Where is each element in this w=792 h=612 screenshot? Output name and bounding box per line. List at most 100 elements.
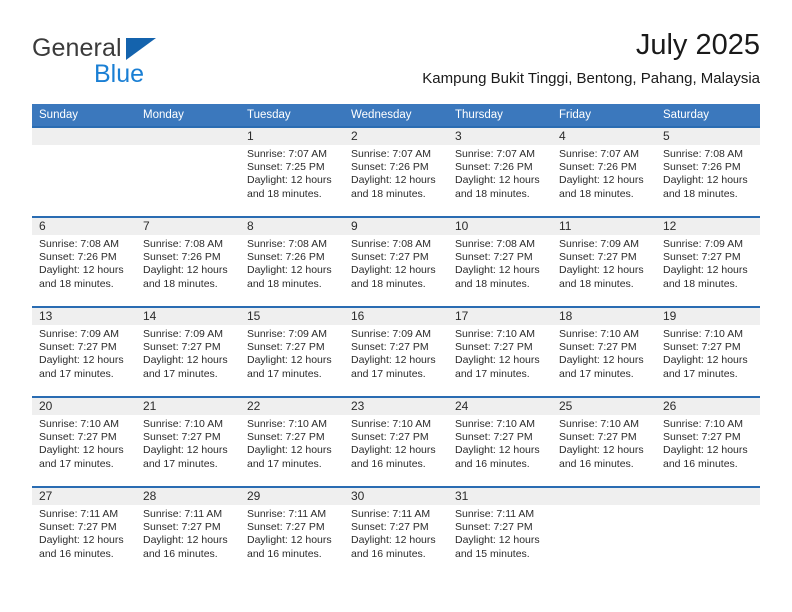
calendar-page: General Blue July 2025 Kampung Bukit Tin…	[0, 0, 792, 612]
sunrise-text: Sunrise: 7:10 AM	[143, 418, 223, 430]
daylight-text-line2: and 16 minutes.	[247, 547, 322, 560]
day-sun-info: Sunrise: 7:10 AM Sunset: 7:27 PM Daylight:…	[32, 415, 136, 471]
calendar-day-cell[interactable]: 4 Sunrise: 7:07 AM Sunset: 7:26 PM Daylight…	[552, 126, 656, 217]
daylight-text-line2: and 18 minutes.	[247, 187, 322, 200]
calendar-day-cell[interactable]: 17 Sunrise: 7:10 AM Sunset: 7:27 PM Dayligh…	[448, 306, 552, 397]
calendar-day-cell[interactable]: 27 Sunrise: 7:11 AM Sunset: 7:27 PM Dayligh…	[32, 486, 136, 577]
weekday-header-thursday: Thursday	[448, 104, 552, 127]
daylight-text-line1: Daylight: 12 hours	[143, 444, 228, 457]
calendar-day-cell[interactable]: 22 Sunrise: 7:10 AM Sunset: 7:27 PM Dayligh…	[240, 396, 344, 487]
calendar-day-cell[interactable]: 29 Sunrise: 7:11 AM Sunset: 7:27 PM Dayligh…	[240, 486, 344, 577]
day-cell-content: 29 Sunrise: 7:11 AM Sunset: 7:27 PM Dayligh…	[240, 488, 344, 576]
sunset-text: Sunset: 7:27 PM	[663, 251, 741, 264]
daylight-text-line1: Daylight: 12 hours	[143, 354, 228, 367]
calendar-day-cell[interactable]: 2 Sunrise: 7:07 AM Sunset: 7:26 PM Daylight…	[344, 126, 448, 217]
sunset-text: Sunset: 7:27 PM	[143, 341, 221, 354]
calendar-day-cell[interactable]: 11 Sunrise: 7:09 AM Sunset: 7:27 PM Dayligh…	[552, 216, 656, 307]
calendar-day-cell[interactable]: 14 Sunrise: 7:09 AM Sunset: 7:27 PM Dayligh…	[136, 306, 240, 397]
calendar-day-cell[interactable]: 28 Sunrise: 7:11 AM Sunset: 7:27 PM Dayligh…	[136, 486, 240, 577]
sunset-text: Sunset: 7:26 PM	[143, 251, 221, 264]
calendar-day-cell[interactable]: 1 Sunrise: 7:07 AM Sunset: 7:25 PM Daylight…	[240, 126, 344, 217]
calendar-day-cell[interactable]: 31 Sunrise: 7:11 AM Sunset: 7:27 PM Dayligh…	[448, 486, 552, 577]
day-cell-content: 18 Sunrise: 7:10 AM Sunset: 7:27 PM Dayligh…	[552, 308, 656, 396]
day-sun-info: Sunrise: 7:11 AM Sunset: 7:27 PM Daylight:…	[240, 505, 344, 561]
sunrise-text: Sunrise: 7:09 AM	[559, 238, 639, 250]
sunrise-text: Sunrise: 7:09 AM	[247, 328, 327, 340]
calendar-week-row: 27 Sunrise: 7:11 AM Sunset: 7:27 PM Dayligh…	[32, 486, 760, 577]
calendar-week-row: 1 Sunrise: 7:07 AM Sunset: 7:25 PM Daylight…	[32, 126, 760, 217]
calendar-day-cell[interactable]: 20 Sunrise: 7:10 AM Sunset: 7:27 PM Dayligh…	[32, 396, 136, 487]
sunset-text: Sunset: 7:27 PM	[351, 251, 429, 264]
sunrise-text: Sunrise: 7:09 AM	[39, 328, 119, 340]
daylight-text-line2: and 18 minutes.	[663, 277, 738, 290]
day-cell-content: 23 Sunrise: 7:10 AM Sunset: 7:27 PM Dayligh…	[344, 398, 448, 486]
day-cell-content: 24 Sunrise: 7:10 AM Sunset: 7:27 PM Dayligh…	[448, 398, 552, 486]
calendar-day-cell[interactable]: 21 Sunrise: 7:10 AM Sunset: 7:27 PM Dayligh…	[136, 396, 240, 487]
day-sun-info: Sunrise: 7:10 AM Sunset: 7:27 PM Daylight:…	[344, 415, 448, 471]
calendar-week-row: 20 Sunrise: 7:10 AM Sunset: 7:27 PM Dayligh…	[32, 396, 760, 487]
calendar-day-cell[interactable]: 3 Sunrise: 7:07 AM Sunset: 7:26 PM Daylight…	[448, 126, 552, 217]
day-number: 17	[448, 308, 552, 325]
day-cell-content: 31 Sunrise: 7:11 AM Sunset: 7:27 PM Dayligh…	[448, 488, 552, 576]
daylight-text-line1: Daylight: 12 hours	[455, 174, 540, 187]
sunset-text: Sunset: 7:27 PM	[559, 341, 637, 354]
daylight-text-line2: and 17 minutes.	[247, 457, 322, 470]
day-cell-content: 13 Sunrise: 7:09 AM Sunset: 7:27 PM Dayligh…	[32, 308, 136, 396]
day-sun-info: Sunrise: 7:08 AM Sunset: 7:26 PM Daylight:…	[32, 235, 136, 291]
daylight-text-line2: and 18 minutes.	[351, 187, 426, 200]
calendar-day-cell[interactable]: 9 Sunrise: 7:08 AM Sunset: 7:27 PM Daylight…	[344, 216, 448, 307]
daylight-text-line1: Daylight: 12 hours	[351, 174, 436, 187]
sunset-text: Sunset: 7:27 PM	[39, 431, 117, 444]
day-number	[32, 128, 136, 145]
day-number: 1	[240, 128, 344, 145]
sunset-text: Sunset: 7:27 PM	[351, 341, 429, 354]
day-cell-content: 21 Sunrise: 7:10 AM Sunset: 7:27 PM Dayligh…	[136, 398, 240, 486]
day-cell-content: 28 Sunrise: 7:11 AM Sunset: 7:27 PM Dayligh…	[136, 488, 240, 576]
sunrise-text: Sunrise: 7:08 AM	[143, 238, 223, 250]
sunset-text: Sunset: 7:27 PM	[39, 341, 117, 354]
day-sun-info: Sunrise: 7:09 AM Sunset: 7:27 PM Daylight:…	[344, 325, 448, 381]
calendar-day-cell[interactable]: 23 Sunrise: 7:10 AM Sunset: 7:27 PM Dayligh…	[344, 396, 448, 487]
sunrise-text: Sunrise: 7:08 AM	[663, 148, 743, 160]
sunrise-text: Sunrise: 7:10 AM	[559, 418, 639, 430]
calendar-day-cell[interactable]: 18 Sunrise: 7:10 AM Sunset: 7:27 PM Dayligh…	[552, 306, 656, 397]
calendar-table: Sunday Monday Tuesday Wednesday Thursday…	[32, 104, 760, 577]
sunrise-text: Sunrise: 7:07 AM	[559, 148, 639, 160]
daylight-text-line1: Daylight: 12 hours	[39, 354, 124, 367]
daylight-text-line1: Daylight: 12 hours	[247, 534, 332, 547]
brand-name-general: General	[32, 34, 122, 62]
day-sun-info: Sunrise: 7:11 AM Sunset: 7:27 PM Daylight:…	[136, 505, 240, 561]
calendar-day-cell[interactable]: 8 Sunrise: 7:08 AM Sunset: 7:26 PM Daylight…	[240, 216, 344, 307]
day-number	[136, 128, 240, 145]
day-sun-info: Sunrise: 7:08 AM Sunset: 7:27 PM Daylight:…	[448, 235, 552, 291]
day-cell-content: 2 Sunrise: 7:07 AM Sunset: 7:26 PM Daylight…	[344, 128, 448, 216]
daylight-text-line2: and 18 minutes.	[455, 187, 530, 200]
calendar-day-cell[interactable]: 26 Sunrise: 7:10 AM Sunset: 7:27 PM Dayligh…	[656, 396, 760, 487]
day-number: 22	[240, 398, 344, 415]
sunset-text: Sunset: 7:27 PM	[455, 431, 533, 444]
brand-logo[interactable]: General Blue	[32, 34, 292, 94]
calendar-day-cell[interactable]: 25 Sunrise: 7:10 AM Sunset: 7:27 PM Dayligh…	[552, 396, 656, 487]
daylight-text-line2: and 18 minutes.	[39, 277, 114, 290]
sunset-text: Sunset: 7:26 PM	[455, 161, 533, 174]
daylight-text-line1: Daylight: 12 hours	[455, 354, 540, 367]
calendar-day-cell[interactable]: 10 Sunrise: 7:08 AM Sunset: 7:27 PM Dayligh…	[448, 216, 552, 307]
calendar-day-cell[interactable]: 12 Sunrise: 7:09 AM Sunset: 7:27 PM Dayligh…	[656, 216, 760, 307]
calendar-day-cell[interactable]: 19 Sunrise: 7:10 AM Sunset: 7:27 PM Dayligh…	[656, 306, 760, 397]
calendar-day-cell[interactable]: 30 Sunrise: 7:11 AM Sunset: 7:27 PM Dayligh…	[344, 486, 448, 577]
page-subtitle: Kampung Bukit Tinggi, Bentong, Pahang, M…	[422, 70, 760, 87]
calendar-day-cell[interactable]: 13 Sunrise: 7:09 AM Sunset: 7:27 PM Dayligh…	[32, 306, 136, 397]
daylight-text-line2: and 17 minutes.	[663, 367, 738, 380]
calendar-day-cell[interactable]: 5 Sunrise: 7:08 AM Sunset: 7:26 PM Daylight…	[656, 126, 760, 217]
calendar-day-cell[interactable]: 7 Sunrise: 7:08 AM Sunset: 7:26 PM Daylight…	[136, 216, 240, 307]
calendar-day-cell[interactable]: 6 Sunrise: 7:08 AM Sunset: 7:26 PM Daylight…	[32, 216, 136, 307]
day-sun-info: Sunrise: 7:09 AM Sunset: 7:27 PM Daylight:…	[240, 325, 344, 381]
calendar-day-cell[interactable]: 24 Sunrise: 7:10 AM Sunset: 7:27 PM Dayligh…	[448, 396, 552, 487]
calendar-day-cell[interactable]: 16 Sunrise: 7:09 AM Sunset: 7:27 PM Dayligh…	[344, 306, 448, 397]
day-cell-content: 4 Sunrise: 7:07 AM Sunset: 7:26 PM Daylight…	[552, 128, 656, 216]
sunset-text: Sunset: 7:27 PM	[455, 251, 533, 264]
calendar-day-cell[interactable]: 15 Sunrise: 7:09 AM Sunset: 7:27 PM Dayligh…	[240, 306, 344, 397]
day-sun-info: Sunrise: 7:10 AM Sunset: 7:27 PM Daylight:…	[136, 415, 240, 471]
calendar-header-row: Sunday Monday Tuesday Wednesday Thursday…	[32, 104, 760, 127]
day-sun-info: Sunrise: 7:11 AM Sunset: 7:27 PM Daylight:…	[32, 505, 136, 561]
